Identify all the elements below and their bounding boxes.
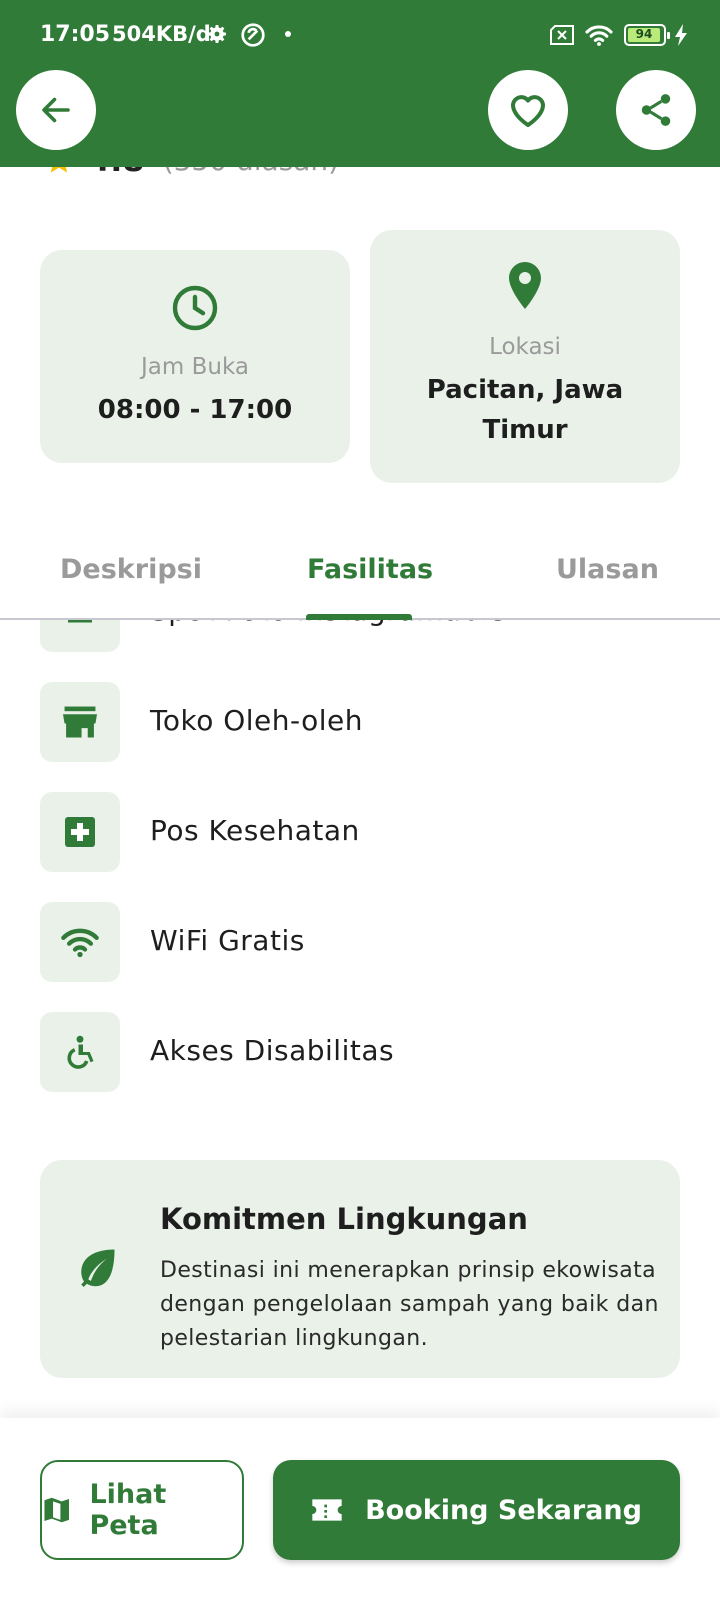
share-button[interactable]	[616, 70, 696, 150]
back-button[interactable]	[16, 70, 96, 150]
facility-item-health-post: Pos Kesehatan	[40, 792, 680, 872]
environment-commitment-card: Komitmen Lingkungan Destinasi ini menera…	[40, 1160, 680, 1378]
battery-nub	[667, 32, 670, 39]
wifi-icon	[61, 928, 99, 958]
store-icon	[63, 706, 97, 738]
tab-deskripsi[interactable]: Deskripsi	[60, 554, 202, 585]
opening-hours-card: Jam Buka 08:00 - 17:00	[40, 250, 350, 463]
battery-level: 94	[635, 27, 653, 41]
arrow-left-icon	[42, 97, 70, 123]
location-value-line1: Pacitan, Jawa	[426, 375, 624, 405]
facility-label: WiFi Gratis	[150, 924, 305, 957]
favorite-button[interactable]	[488, 70, 568, 150]
map-icon	[44, 1497, 69, 1523]
location-label: Lokasi	[489, 334, 561, 360]
leaf-icon	[81, 1249, 115, 1287]
eco-description: Destinasi ini menerapkan prinsip ekowisa…	[160, 1258, 659, 1351]
notification-dot	[285, 31, 291, 37]
medical-cross-icon	[65, 817, 95, 847]
heart-outline-icon	[511, 95, 545, 127]
sim-no-signal-icon	[550, 25, 574, 45]
status-bar: 17:05 504KB/d 94	[0, 0, 720, 70]
tab-ulasan[interactable]: Ulasan	[556, 554, 659, 585]
facility-icon-box	[40, 682, 120, 762]
hours-label: Jam Buka	[141, 354, 249, 380]
facility-icon-box	[40, 1012, 120, 1092]
active-tab-indicator	[306, 614, 412, 620]
battery-indicator: 94	[624, 24, 670, 46]
eco-title: Komitmen Lingkungan	[160, 1202, 528, 1236]
location-value-line2: Timur	[482, 415, 568, 445]
share-icon	[641, 94, 671, 126]
settings-gear-icon	[208, 25, 226, 43]
facility-item-wifi: WiFi Gratis	[40, 902, 680, 982]
facility-item-accessibility: Akses Disabilitas	[40, 1012, 680, 1092]
facility-label: Pos Kesehatan	[150, 814, 360, 847]
ticket-icon	[312, 1499, 342, 1521]
wifi-status-icon	[585, 25, 613, 46]
location-pin-icon	[509, 262, 541, 309]
clock-icon	[172, 285, 218, 331]
detail-tab-bar: Deskripsi Fasilitas Ulasan	[0, 520, 720, 620]
hours-value: 08:00 - 17:00	[97, 395, 293, 425]
network-speed: 504KB/d	[112, 22, 211, 46]
facility-item-souvenir-shop: Toko Oleh-oleh	[40, 682, 680, 762]
view-map-label: Lihat Peta	[89, 1479, 167, 1541]
charging-bolt-icon	[675, 24, 687, 46]
facility-icon-box	[40, 902, 120, 982]
tab-fasilitas[interactable]: Fasilitas	[307, 554, 433, 585]
bottom-action-bar: Lihat Peta Booking Sekarang	[0, 1418, 720, 1600]
data-saver-icon	[241, 23, 265, 47]
app-bar: 17:05 504KB/d 94	[0, 0, 720, 167]
book-now-label: Booking Sekarang	[365, 1494, 642, 1526]
facility-icon-box	[40, 792, 120, 872]
facility-label: Akses Disabilitas	[150, 1034, 395, 1067]
facility-label: Toko Oleh-oleh	[150, 704, 364, 737]
book-now-button[interactable]: Booking Sekarang	[273, 1460, 680, 1560]
location-card: Lokasi Pacitan, Jawa Timur	[370, 230, 680, 483]
status-time: 17:05	[40, 22, 111, 47]
accessible-icon	[67, 1035, 94, 1069]
view-map-button[interactable]: Lihat Peta	[40, 1460, 244, 1560]
